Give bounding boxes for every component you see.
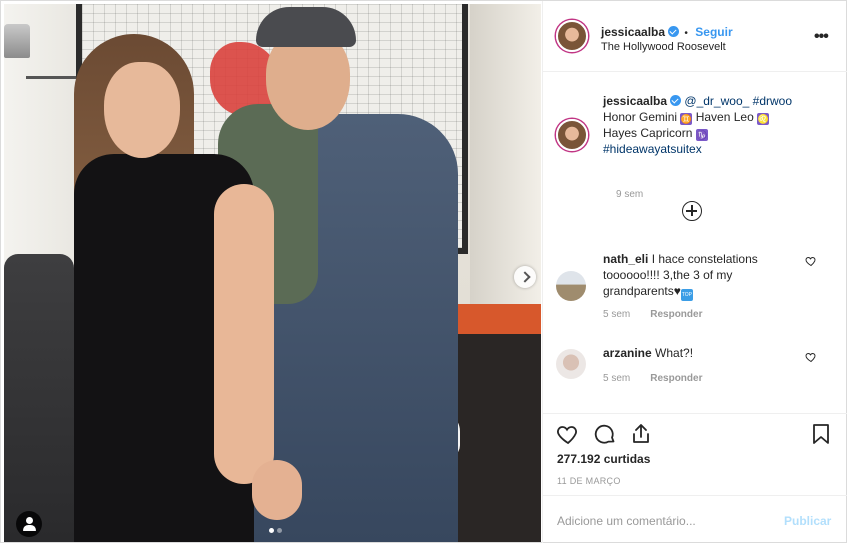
photo-woman-arm <box>214 184 274 484</box>
reply-button[interactable]: Responder <box>650 373 702 384</box>
header-user-line: jessicaalba • Seguir <box>601 25 733 39</box>
verified-badge-icon <box>668 26 680 37</box>
top-emoji: TOP <box>680 289 693 301</box>
post-side-panel: jessicaalba • Seguir The Hollywood Roose… <box>542 1 847 543</box>
post-location[interactable]: The Hollywood Roosevelt <box>601 41 726 53</box>
author-avatar[interactable] <box>556 20 588 52</box>
caption-username[interactable]: jessicaalba <box>603 94 667 108</box>
comment-time[interactable]: 5 sem <box>603 309 630 320</box>
photo-lamp <box>4 24 86 94</box>
more-options-icon[interactable]: ••• <box>814 28 829 46</box>
bookmark-icon[interactable] <box>809 422 833 446</box>
caption-hashtag[interactable]: #hideawayatsuitex <box>603 142 702 156</box>
add-comment-bar: Publicar <box>543 495 847 543</box>
follow-button[interactable]: Seguir <box>695 25 732 39</box>
post-photo[interactable] <box>4 4 541 542</box>
comment-icon[interactable] <box>593 422 617 446</box>
comment-meta: 5 sem Responder <box>603 309 702 320</box>
verified-badge-icon <box>670 95 682 106</box>
comment-text: arzanine What?! <box>603 345 803 361</box>
commenter-avatar[interactable] <box>556 271 586 301</box>
photo-woman-hand <box>252 460 302 520</box>
reply-button[interactable]: Responder <box>650 309 702 320</box>
photo-chair <box>4 254 74 542</box>
comment-like-heart-icon[interactable] <box>805 351 817 363</box>
next-arrow-icon[interactable] <box>514 266 536 288</box>
commenter-username[interactable]: arzanine <box>603 346 652 360</box>
comment-body: What?! <box>655 346 694 360</box>
heart-emoji: ♥ <box>673 284 681 298</box>
caption-mention[interactable]: @_dr_woo_ <box>684 94 749 108</box>
gemini-emoji: ♊ <box>680 113 693 125</box>
caption-line-hayes: Hayes Capricorn <box>603 126 693 140</box>
caption-time[interactable]: 9 sem <box>616 189 643 200</box>
post-header: jessicaalba • Seguir The Hollywood Roose… <box>543 1 847 72</box>
post-date[interactable]: 11 DE MARÇO <box>557 476 621 486</box>
caption-text: jessicaalba @_dr_woo_ #drwoo Honor Gemin… <box>603 93 833 157</box>
comment-text: nath_eli I hace constelations toooooo!!!… <box>603 251 803 301</box>
carousel-dot-active <box>269 528 274 533</box>
header-separator: • <box>684 28 688 39</box>
leo-emoji: ♌ <box>757 113 770 125</box>
commenter-username[interactable]: nath_eli <box>603 252 648 266</box>
user-tag-icon[interactable] <box>16 511 42 537</box>
likes-count[interactable]: 277.192 curtidas <box>557 452 650 466</box>
comment-input[interactable] <box>557 512 767 530</box>
comment-like-heart-icon[interactable] <box>805 255 817 267</box>
author-username[interactable]: jessicaalba <box>601 25 665 39</box>
commenter-avatar[interactable] <box>556 349 586 379</box>
post-modal: jessicaalba • Seguir The Hollywood Roose… <box>0 0 847 543</box>
caption-avatar[interactable] <box>556 119 588 151</box>
comment-meta: 5 sem Responder <box>603 373 702 384</box>
load-more-comments-icon[interactable] <box>682 201 702 221</box>
post-actions: 277.192 curtidas 11 DE MARÇO <box>543 413 847 495</box>
carousel-dot <box>277 528 282 533</box>
photo-man-cap <box>256 7 356 47</box>
publish-button[interactable]: Publicar <box>784 514 831 528</box>
photo-woman-face <box>104 62 180 158</box>
caption-line-haven: Haven Leo <box>695 110 754 124</box>
caption-line-honor: Honor Gemini <box>603 110 678 124</box>
heart-icon[interactable] <box>556 422 580 446</box>
share-icon[interactable] <box>629 422 653 446</box>
caption-hashtag[interactable]: #drwoo <box>753 94 792 108</box>
carousel-dots <box>269 528 289 534</box>
capricorn-emoji: ♑ <box>695 129 708 141</box>
comments-list[interactable]: jessicaalba @_dr_woo_ #drwoo Honor Gemin… <box>543 73 847 413</box>
comment-time[interactable]: 5 sem <box>603 373 630 384</box>
